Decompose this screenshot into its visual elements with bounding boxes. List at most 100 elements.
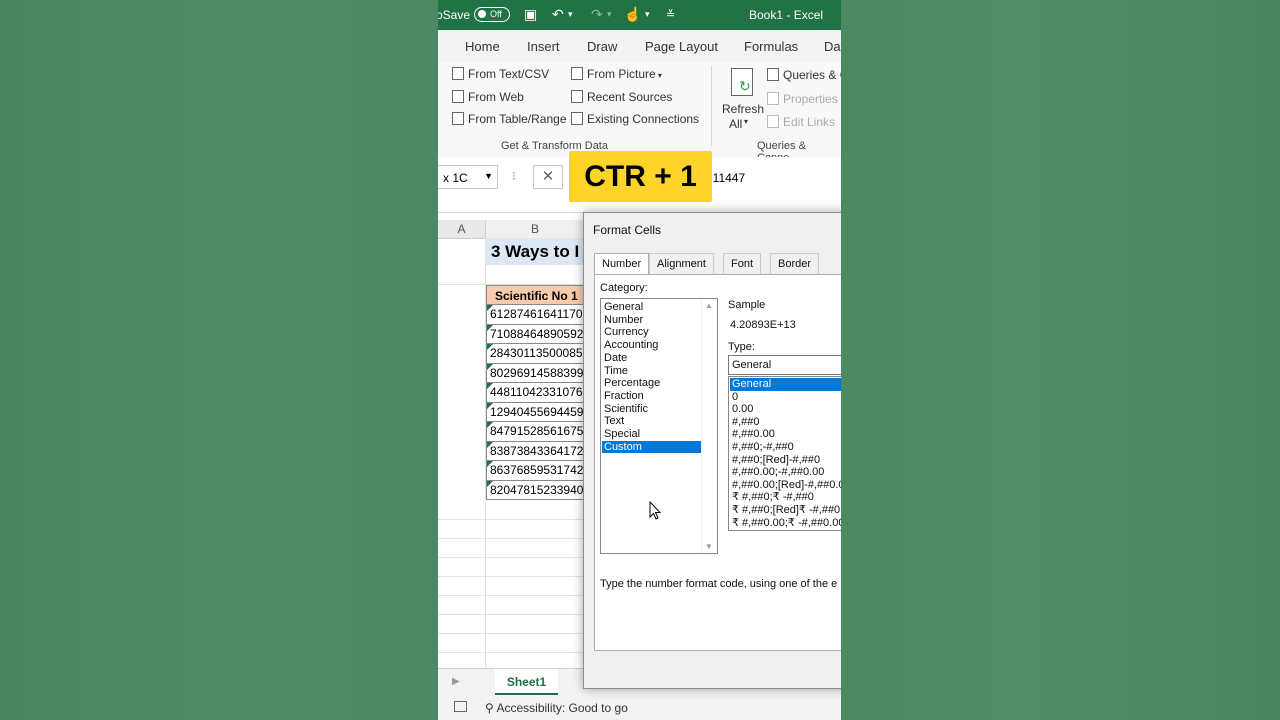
type-item-selected[interactable]: General — [730, 378, 841, 391]
error-indicator-icon — [487, 344, 493, 350]
undo-icon[interactable]: ↶ — [552, 6, 564, 23]
recent-sources-icon — [571, 90, 583, 103]
category-item[interactable]: Date — [602, 352, 701, 365]
ribbon-data: From Text/CSV From Web From Table/Range … — [438, 62, 841, 164]
from-picture-button[interactable]: From Picture ▾ — [571, 67, 662, 81]
scroll-up-icon[interactable]: ▲ — [705, 301, 713, 310]
refresh-all-label-2[interactable]: All — [729, 117, 742, 131]
tab-formulas[interactable]: Formulas — [744, 39, 798, 54]
tab-number[interactable]: Number — [594, 253, 650, 275]
undo-dropdown-icon[interactable]: ▾ — [568, 9, 573, 20]
cell-value: 710884648905920 — [490, 326, 584, 341]
category-item[interactable]: Time — [602, 365, 701, 378]
name-box[interactable]: x 1C ▼ — [438, 165, 498, 189]
error-indicator-icon — [487, 461, 493, 467]
error-indicator-icon — [487, 480, 493, 487]
refresh-dropdown-icon[interactable]: ▾ — [744, 117, 748, 126]
from-web-button[interactable]: From Web — [452, 90, 524, 104]
scroll-tabs-right-icon[interactable]: ▶ — [452, 676, 460, 687]
existing-connections-button[interactable]: Existing Connections — [571, 112, 699, 126]
cell-mode-icon — [454, 701, 467, 712]
type-input[interactable]: General — [728, 355, 841, 375]
category-item[interactable]: Accounting — [602, 339, 701, 352]
tab-home[interactable]: Home — [465, 39, 500, 54]
tab-data[interactable]: Dat — [824, 39, 841, 54]
accessibility-icon: ⚲ — [485, 701, 497, 715]
cancel-button[interactable]: ✕ — [533, 165, 563, 189]
redo-icon[interactable]: ↷ — [591, 6, 603, 23]
type-item[interactable]: #,##0 — [730, 416, 841, 429]
data-cell[interactable]: 863768595317420 — [486, 461, 584, 481]
data-cell[interactable]: 129404556944590 — [486, 402, 584, 422]
type-item[interactable]: ₹ #,##0;[Red]₹ -#,##0 — [730, 504, 841, 517]
tab-font[interactable]: Font — [723, 253, 762, 274]
tab-draw[interactable]: Draw — [587, 39, 617, 54]
data-cell[interactable]: 802969145883990 — [486, 363, 584, 383]
type-item[interactable]: #,##0;-#,##0 — [730, 441, 841, 454]
type-item[interactable]: #,##0.00;[Red]-#,##0.00 — [730, 479, 841, 492]
tab-page-layout[interactable]: Page Layout — [645, 39, 718, 54]
data-cell[interactable]: 284301135000850 — [486, 344, 584, 364]
touch-mode-icon[interactable]: ☝ — [624, 6, 641, 23]
sample-value: 4.20893E+13 — [730, 319, 796, 331]
from-table-range-button[interactable]: From Table/Range — [452, 112, 567, 126]
shortcut-caption: CTR + 1 — [569, 151, 712, 202]
type-item[interactable]: #,##0.00 — [730, 428, 841, 441]
category-item[interactable]: Text — [602, 415, 701, 428]
refresh-all-label[interactable]: Refresh — [722, 102, 764, 116]
cell-value: 838738433641720 — [490, 443, 584, 458]
category-item[interactable]: Currency — [602, 326, 701, 339]
column-header-cell[interactable]: Scientific No 1 — [486, 285, 584, 305]
title-bar: oSave Off ▣ ↶ ▾ ↷ ▾ ☝ ▾ ≚ Book1 - Excel — [438, 0, 841, 30]
queries-connections-button[interactable]: Queries & C — [767, 68, 841, 82]
type-item[interactable]: #,##0.00;-#,##0.00 — [730, 466, 841, 479]
category-item[interactable]: Percentage — [602, 377, 701, 390]
redo-dropdown-icon[interactable]: ▾ — [607, 9, 612, 20]
customize-qat-icon[interactable]: ≚ — [666, 8, 675, 21]
from-text-csv-button[interactable]: From Text/CSV — [452, 67, 549, 81]
recent-sources-button[interactable]: Recent Sources — [571, 90, 672, 104]
queries-icon — [767, 68, 779, 81]
category-item[interactable]: Scientific — [602, 403, 701, 416]
sheet-tab-sheet1[interactable]: Sheet1 — [495, 669, 558, 695]
category-item[interactable]: Fraction — [602, 390, 701, 403]
data-cell[interactable]: 612874616411701 — [486, 305, 584, 325]
data-cell[interactable]: 820478152339400 — [486, 480, 584, 500]
column-header-a[interactable]: A — [438, 220, 486, 239]
data-cell[interactable]: 710884648905920 — [486, 324, 584, 344]
data-cell[interactable]: 847915285616750 — [486, 422, 584, 442]
category-item[interactable]: General — [602, 301, 701, 314]
cell-value: 863768595317420 — [490, 463, 584, 477]
sheet-title-cell[interactable]: 3 Ways to I — [486, 238, 584, 265]
column-header-b[interactable]: B — [486, 220, 584, 239]
data-cell[interactable]: 838738433641720 — [486, 441, 584, 461]
tab-alignment[interactable]: Alignment — [649, 253, 714, 274]
chevron-down-icon: ▼ — [484, 171, 493, 181]
category-scrollbar[interactable]: ▲ ▼ — [701, 299, 717, 553]
toggle-knob — [478, 10, 486, 18]
accessibility-status[interactable]: ⚲ Accessibility: Good to go — [485, 701, 628, 715]
touch-dropdown-icon[interactable]: ▾ — [645, 9, 650, 20]
category-item[interactable]: Special — [602, 428, 701, 441]
tab-border[interactable]: Border — [770, 253, 820, 274]
table-icon — [452, 112, 464, 125]
refresh-all-icon[interactable] — [731, 68, 753, 96]
edit-links-button[interactable]: Edit Links — [767, 115, 835, 129]
cell-value: 847915285616750 — [490, 424, 584, 438]
tab-insert[interactable]: Insert — [527, 39, 560, 54]
category-item-selected[interactable]: Custom — [602, 440, 701, 454]
type-item[interactable]: ₹ #,##0.00;₹ -#,##0.00 — [730, 517, 841, 530]
properties-button[interactable]: Properties — [767, 92, 838, 106]
type-item[interactable]: 0.00 — [730, 403, 841, 416]
from-text-csv-label: From Text/CSV — [468, 67, 550, 81]
data-cell[interactable]: 448110423310760 — [486, 383, 584, 403]
type-item[interactable]: #,##0;[Red]-#,##0 — [730, 454, 841, 467]
type-list[interactable]: General 0 0.00 #,##0 #,##0.00 #,##0;-#,#… — [728, 376, 841, 531]
autosave-toggle[interactable]: Off — [474, 7, 510, 22]
category-item[interactable]: Number — [602, 314, 701, 327]
type-item[interactable]: 0 — [730, 391, 841, 404]
save-icon[interactable]: ▣ — [524, 6, 537, 23]
scroll-down-icon[interactable]: ▼ — [705, 542, 713, 551]
format-cells-dialog: Format Cells Number Alignment Font Borde… — [583, 212, 841, 689]
type-item[interactable]: ₹ #,##0;₹ -#,##0 — [730, 491, 841, 504]
